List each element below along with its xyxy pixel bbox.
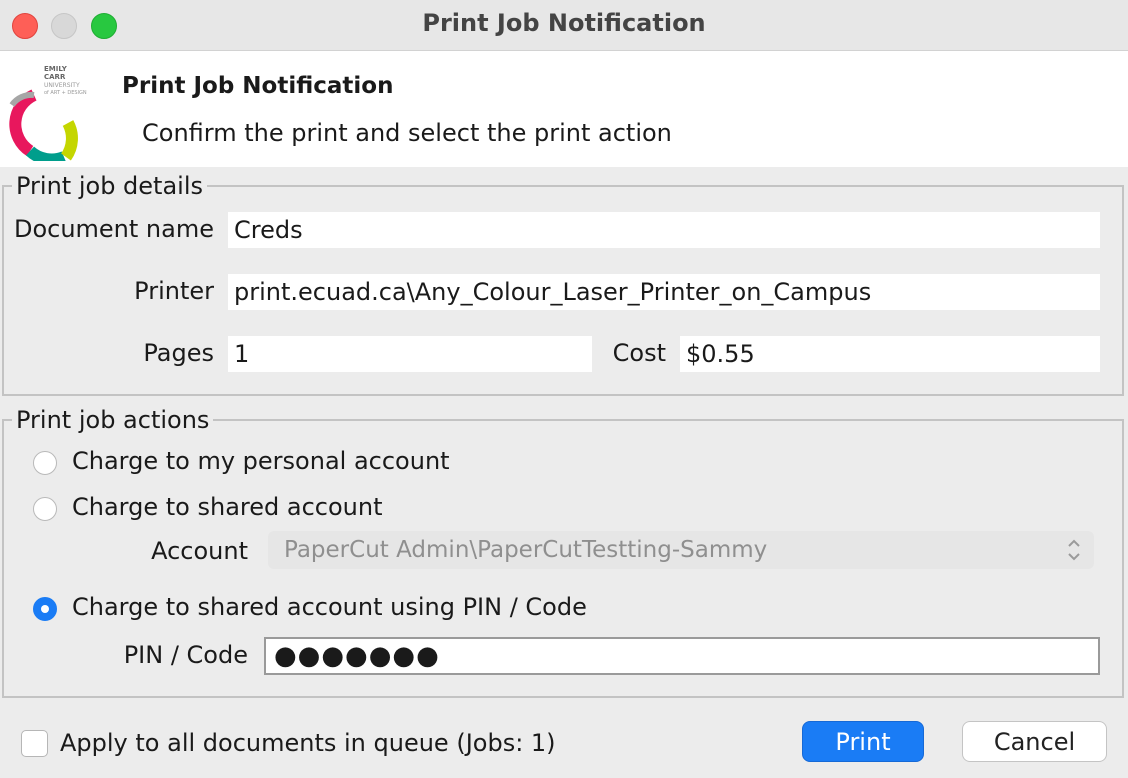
apply-all-checkbox[interactable] — [21, 730, 48, 757]
pin-code-label: PIN / Code — [123, 641, 248, 669]
account-label: Account — [151, 537, 248, 565]
personal-account-radio[interactable] — [33, 451, 57, 475]
pin-code-account-radio[interactable] — [33, 597, 57, 621]
svg-text:CARR: CARR — [44, 73, 66, 81]
shared-account-radio[interactable] — [33, 497, 57, 521]
header-subtitle: Confirm the print and select the print a… — [142, 119, 672, 147]
document-name-label: Document name — [13, 215, 214, 243]
apply-all-label[interactable]: Apply to all documents in queue (Jobs: 1… — [60, 729, 556, 757]
university-logo-icon: EMILY CARR UNIVERSITY of ART + DESIGN — [9, 65, 87, 161]
dialog-header: EMILY CARR UNIVERSITY of ART + DESIGN Pr… — [0, 51, 1128, 167]
cost-field: $0.55 — [680, 336, 1100, 372]
document-name-field: Creds — [228, 212, 1100, 248]
svg-text:of ART + DESIGN: of ART + DESIGN — [44, 90, 87, 96]
personal-account-label[interactable]: Charge to my personal account — [72, 447, 450, 475]
cancel-button[interactable]: Cancel — [962, 721, 1107, 762]
chevron-up-down-icon — [1068, 539, 1080, 561]
print-job-details-legend: Print job details — [16, 172, 204, 200]
cost-label: Cost — [612, 339, 666, 367]
pages-field: 1 — [228, 336, 592, 372]
print-button[interactable]: Print — [802, 721, 924, 762]
pages-label: Pages — [143, 339, 214, 367]
window-title: Print Job Notification — [422, 9, 706, 37]
header-title: Print Job Notification — [122, 73, 394, 99]
print-job-actions-legend: Print job actions — [16, 406, 210, 434]
shared-account-label[interactable]: Charge to shared account — [72, 493, 382, 521]
pin-code-input[interactable]: ●●●●●●● — [264, 637, 1100, 675]
svg-text:EMILY: EMILY — [44, 65, 68, 73]
pin-code-account-label[interactable]: Charge to shared account using PIN / Cod… — [72, 593, 587, 621]
svg-text:UNIVERSITY: UNIVERSITY — [44, 82, 80, 89]
title-bar: Print Job Notification — [0, 0, 1128, 51]
account-select[interactable]: PaperCut Admin\PaperCutTestting-Sammy — [268, 531, 1094, 569]
account-select-value: PaperCut Admin\PaperCutTestting-Sammy — [284, 537, 768, 563]
printer-field: print.ecuad.ca\Any_Colour_Laser_Printer_… — [228, 274, 1100, 310]
printer-label: Printer — [134, 277, 214, 305]
